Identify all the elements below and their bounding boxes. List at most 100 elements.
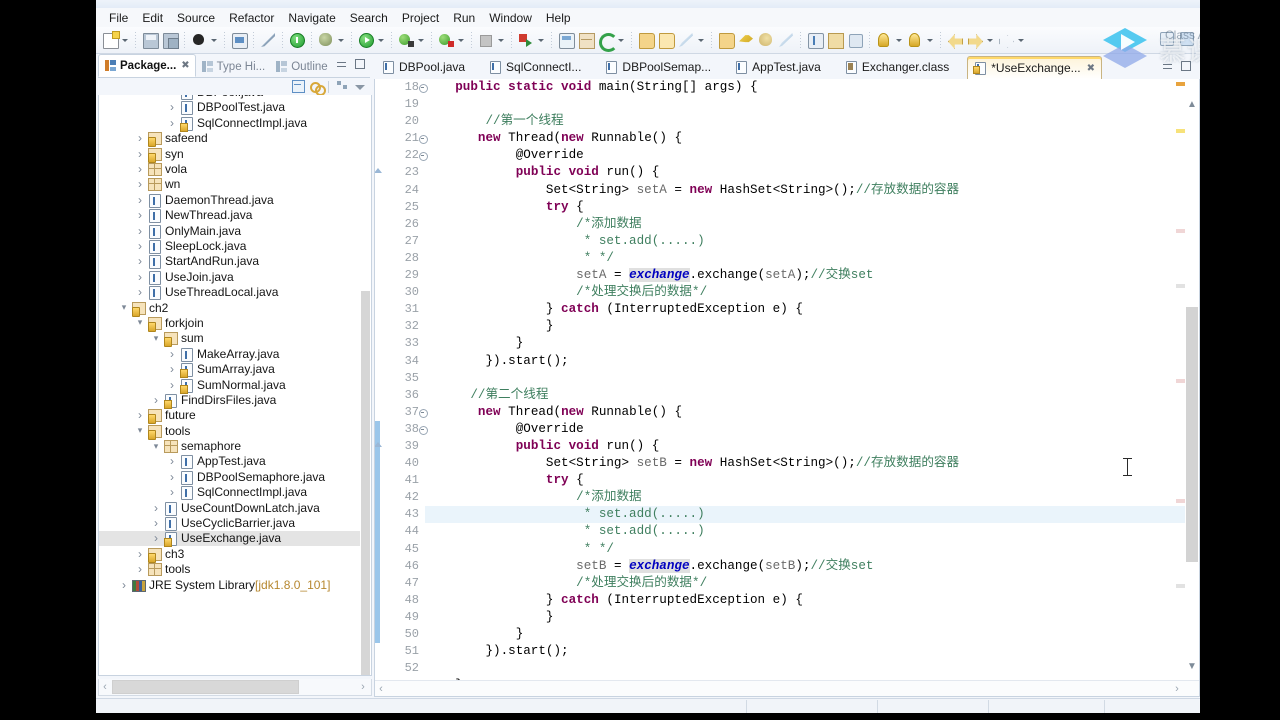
editor-tab-exchangerclass[interactable]: Exchanger.class (839, 56, 955, 78)
overview-marker-0[interactable] (1176, 82, 1185, 86)
bulb-yellow-icon[interactable] (875, 31, 893, 49)
menu-item-help[interactable]: Help (539, 9, 578, 27)
code-line-23[interactable]: public void run() { (425, 164, 1185, 181)
minimize-view-button[interactable] (336, 58, 348, 70)
open-resource-icon[interactable] (657, 31, 675, 49)
stop-dropdown-arrow-icon[interactable] (496, 31, 505, 49)
scroll-left-arrow[interactable]: ‹ (99, 681, 111, 693)
editor-scroll-thumb[interactable] (1186, 307, 1198, 562)
tree-item-semaphore[interactable]: semaphore (99, 438, 371, 454)
debug-bug-dropdown-arrow-icon[interactable] (336, 31, 345, 49)
maximize-editor-button[interactable] (1180, 60, 1192, 72)
code-line-50[interactable]: } (425, 626, 1185, 643)
tree-item-ch3[interactable]: ch3 (99, 546, 371, 563)
tree-item-startandrunjava[interactable]: StartAndRun.java (99, 254, 371, 270)
forward-arrow-dropdown-arrow-icon[interactable] (985, 31, 994, 49)
code-line-19[interactable] (425, 96, 1185, 113)
minimize-editor-button[interactable] (1162, 60, 1174, 72)
code-line-29[interactable]: setA = exchange.exchange(setA);//交换set (425, 267, 1185, 284)
tree-scroll-thumb[interactable] (361, 291, 370, 675)
tree-item-future[interactable]: future (99, 408, 371, 425)
open-type-icon[interactable] (637, 31, 655, 49)
tree-item-usecountdownlatchjava[interactable]: UseCountDownLatch.java (99, 500, 371, 516)
chevron-right-icon[interactable] (165, 485, 179, 499)
code-line-20[interactable]: //第一个线程 (425, 113, 1185, 130)
overview-marker-2[interactable] (1176, 229, 1185, 233)
chevron-right-icon[interactable] (165, 470, 179, 484)
annotation-icon[interactable] (826, 31, 844, 49)
text-icon[interactable] (846, 31, 864, 49)
chevron-right-icon[interactable] (149, 516, 163, 530)
tree-item-syn[interactable]: syn (99, 146, 371, 163)
menu-item-file[interactable]: File (102, 9, 135, 27)
java-editor-icon[interactable] (806, 31, 824, 49)
view-menu-icon[interactable] (353, 79, 368, 94)
chevron-right-icon[interactable] (133, 562, 147, 576)
editor-tab-dbpooljava[interactable]: DBPool.java (376, 56, 471, 78)
collapse-all-icon[interactable] (291, 79, 306, 94)
chevron-right-icon[interactable] (165, 100, 179, 114)
code-line-37[interactable]: new Thread(new Runnable() { (425, 404, 1185, 421)
search-pen-icon[interactable] (677, 31, 695, 49)
code-line-43[interactable]: * set.add(.....) (425, 506, 1185, 524)
code-line-44[interactable]: * set.add(.....) (425, 523, 1185, 540)
close-editor-tab-icon[interactable]: ✖ (1087, 63, 1095, 74)
search-pen-dropdown-arrow-icon[interactable] (696, 31, 705, 49)
chevron-right-icon[interactable] (133, 224, 147, 238)
new-class-icon[interactable] (557, 31, 575, 49)
save-icon[interactable] (141, 31, 159, 49)
next-arrow-icon[interactable] (997, 31, 1015, 49)
tree-item-sqlconnectimpljava[interactable]: SqlConnectImpl.java (99, 485, 371, 501)
chevron-right-icon[interactable] (133, 408, 147, 422)
menu-item-search[interactable]: Search (343, 9, 395, 27)
tree-item-onlymainjava[interactable]: OnlyMain.java (99, 223, 371, 239)
tree-item-tools[interactable]: tools (99, 423, 371, 440)
editor-tab-useexchange[interactable]: *UseExchange... ✖ (967, 56, 1103, 80)
new-package-icon[interactable] (577, 31, 595, 49)
overview-marker-6[interactable] (1176, 584, 1185, 588)
next-arrow-dropdown-arrow-icon[interactable] (1016, 31, 1025, 49)
chevron-down-icon[interactable] (149, 441, 163, 452)
back-arrow-icon[interactable] (946, 31, 964, 49)
tree-item-sumnormaljava[interactable]: SumNormal.java (99, 377, 371, 394)
tree-item-dbpoolsemaphorejava[interactable]: DBPoolSemaphore.java (99, 469, 371, 485)
code-line-46[interactable]: setB = exchange.exchange(setB);//交换set (425, 558, 1185, 575)
scroll-right-arrow[interactable]: › (357, 681, 369, 693)
view-tab-outline[interactable]: Outline (270, 56, 332, 77)
tree-item-forkjoin[interactable]: forkjoin (99, 315, 371, 332)
tree-item-makearrayjava[interactable]: MakeArray.java (99, 346, 371, 362)
tree-item-dbpooltestjava[interactable]: DBPoolTest.java (99, 100, 371, 116)
code-line-45[interactable]: * */ (425, 541, 1185, 558)
chevron-right-icon[interactable] (133, 208, 147, 222)
chevron-down-icon[interactable] (149, 333, 163, 344)
chevron-right-icon[interactable] (133, 177, 147, 191)
code-line-27[interactable]: * set.add(.....) (425, 233, 1185, 250)
menu-item-window[interactable]: Window (482, 9, 539, 27)
overview-marker-4[interactable] (1176, 379, 1185, 383)
chevron-down-icon[interactable] (133, 425, 147, 436)
chevron-right-icon[interactable] (133, 270, 147, 284)
scroll-down-arrow[interactable]: ▼ (1187, 661, 1197, 672)
open-folder-icon[interactable] (717, 31, 735, 49)
code-line-22[interactable]: @Override (425, 147, 1185, 164)
chevron-right-icon[interactable] (165, 454, 179, 468)
chevron-down-icon[interactable] (133, 317, 147, 328)
stop-icon[interactable] (477, 31, 495, 49)
chevron-right-icon[interactable] (133, 147, 147, 161)
code-line-35[interactable] (425, 370, 1185, 387)
new-wizard-dropdown-arrow-icon[interactable] (120, 31, 129, 49)
close-view-tab-icon[interactable]: ✖ (181, 60, 189, 71)
editor-scroll-right-arrow[interactable]: › (1171, 683, 1183, 695)
code-line-51[interactable]: }).start(); (425, 643, 1185, 660)
tree-item-apptestjava[interactable]: AppTest.java (99, 454, 371, 470)
tree-item-usejoinjava[interactable]: UseJoin.java (99, 269, 371, 285)
code-line-32[interactable]: } (425, 318, 1185, 335)
coverage-dropdown-arrow-icon[interactable] (416, 31, 425, 49)
code-line-28[interactable]: * */ (425, 250, 1185, 267)
code-line-48[interactable]: } catch (InterruptedException e) { (425, 592, 1185, 609)
java-perspective-icon[interactable] (1177, 29, 1195, 47)
overview-marker-3[interactable] (1176, 284, 1185, 288)
maximize-view-button[interactable] (354, 58, 366, 70)
code-line-41[interactable]: try { (425, 472, 1185, 489)
tree-item-sqlconnectimpljava[interactable]: SqlConnectImpl.java (99, 115, 371, 132)
